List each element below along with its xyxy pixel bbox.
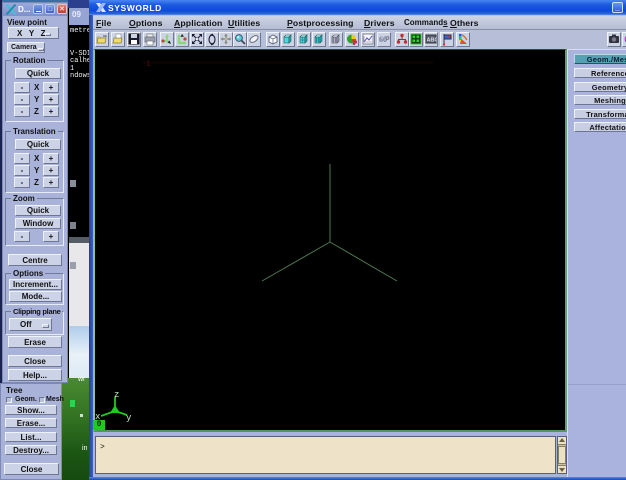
svg-text:60: 60 [379,35,387,44]
svg-text:z: z [114,390,119,400]
svg-text:ABC: ABC [427,38,438,44]
svg-text:1: 1 [146,60,151,69]
svg-text:y: y [126,413,132,423]
